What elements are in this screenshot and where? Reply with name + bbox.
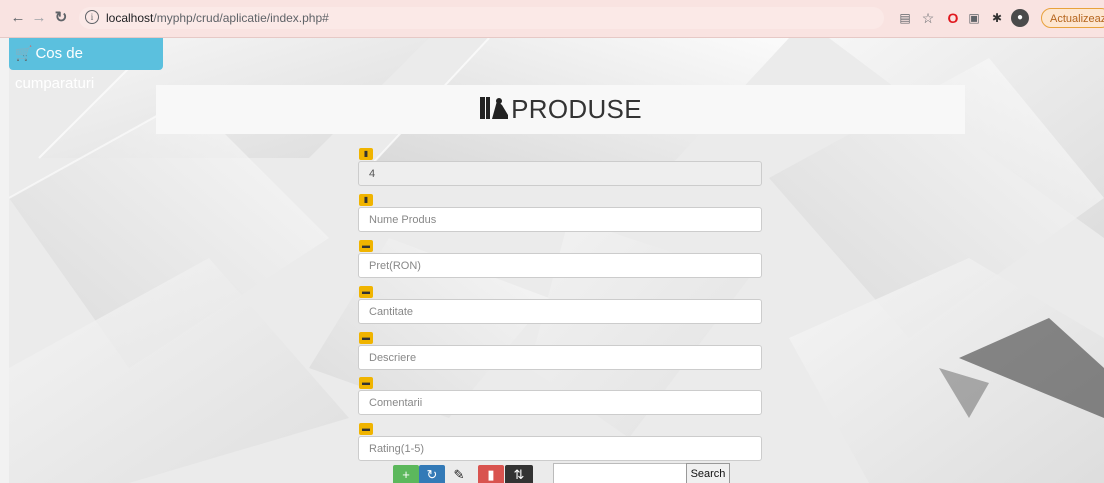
page-content: 🛒Cos de cumparaturi PRODUSE ▮ ▮ ▬ ▬ ▬ ▬ … [9, 38, 1104, 483]
products-icon [480, 97, 509, 119]
rating-input[interactable] [358, 436, 762, 461]
forward-arrow-icon[interactable]: → [30, 9, 48, 27]
comments-field-icon: ▬ [359, 377, 373, 389]
search-button[interactable]: Search [686, 463, 730, 483]
bookmark-star-icon[interactable]: ☆ [920, 10, 936, 26]
reload-icon[interactable]: ↻ [52, 9, 70, 27]
extensions-puzzle-icon[interactable]: ✱ [989, 10, 1005, 26]
product-name-input[interactable] [358, 207, 762, 232]
pocket-icon[interactable]: ▣ [966, 10, 982, 26]
quantity-input[interactable] [358, 299, 762, 324]
id-field-icon: ▮ [359, 148, 373, 160]
plus-icon: + [402, 467, 410, 482]
address-url: localhost/myphp/crud/aplicatie/index.php… [106, 11, 329, 25]
url-host: localhost [106, 11, 154, 25]
refresh-icon: ↻ [426, 467, 438, 482]
profile-avatar[interactable]: ● [1011, 9, 1029, 27]
site-info-icon[interactable]: i [85, 10, 99, 24]
update-browser-button[interactable]: Actualizează [1041, 8, 1104, 28]
opera-icon[interactable]: O [945, 10, 961, 26]
browser-toolbar: ← → ↻ i localhost/myphp/crud/aplicatie/i… [0, 0, 1104, 38]
page-title-text: PRODUSE [511, 94, 642, 124]
price-input[interactable] [358, 253, 762, 278]
delete-button[interactable]: ▮ [478, 465, 504, 483]
pencil-icon: ✎ [453, 467, 465, 482]
products-header: PRODUSE [156, 85, 965, 134]
add-button[interactable]: + [393, 465, 419, 483]
name-field-icon: ▮ [359, 194, 373, 206]
quantity-field-icon: ▬ [359, 286, 373, 298]
refresh-button[interactable]: ↻ [419, 465, 445, 483]
search-input[interactable] [553, 463, 687, 483]
cart-icon: 🛒 [15, 45, 33, 61]
id-field[interactable] [358, 161, 762, 186]
comments-input[interactable] [358, 390, 762, 415]
edit-button[interactable]: ✎ [448, 465, 470, 483]
back-arrow-icon[interactable]: ← [9, 9, 27, 27]
trash-icon: ▮ [487, 467, 495, 482]
sort-icon: ⇅ [513, 467, 525, 482]
shopping-cart-button[interactable]: 🛒 Cos de cumparaturi [9, 38, 163, 92]
translate-icon[interactable]: ▤ [897, 10, 913, 26]
description-field-icon: ▬ [359, 332, 373, 344]
sort-button[interactable]: ⇅ [505, 465, 533, 483]
rating-field-icon: ▬ [359, 423, 373, 435]
url-path: /myphp/crud/aplicatie/index.php# [153, 11, 329, 25]
description-input[interactable] [358, 345, 762, 370]
address-bar[interactable]: i localhost/myphp/crud/aplicatie/index.p… [79, 7, 884, 29]
price-field-icon: ▬ [359, 240, 373, 252]
page-title: PRODUSE [156, 94, 965, 125]
